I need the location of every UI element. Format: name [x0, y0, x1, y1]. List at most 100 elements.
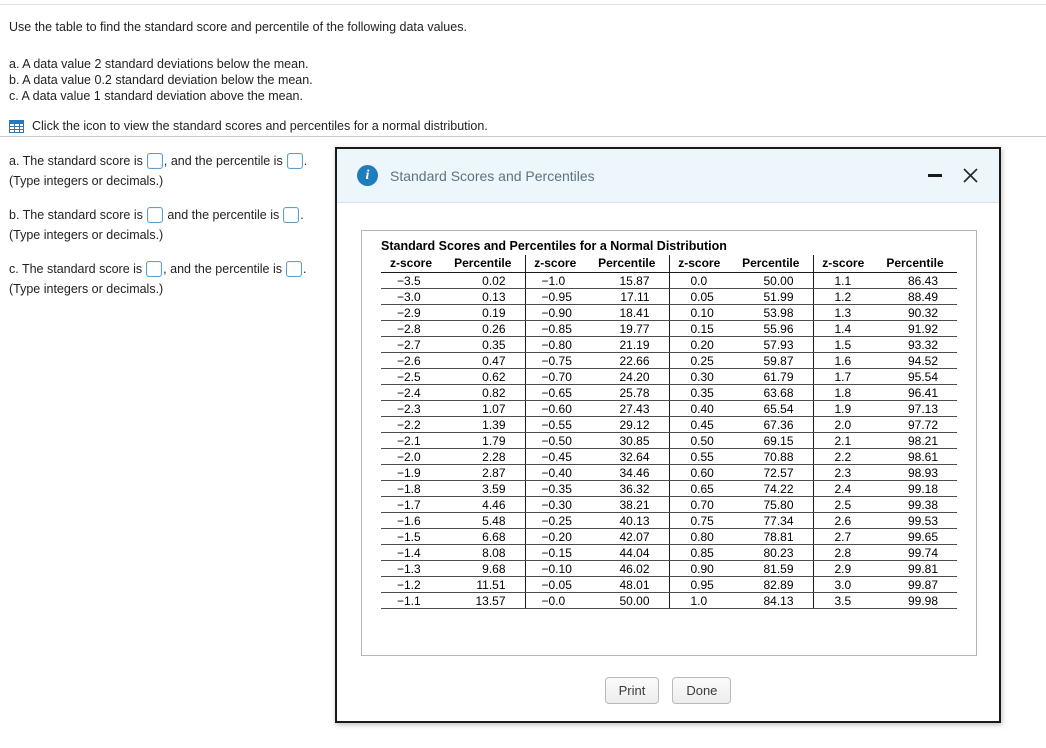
percentile-cell: 94.52 — [873, 352, 957, 369]
percentile-cell: 97.72 — [873, 416, 957, 433]
table-row: −1.5 6.68 −0.20 42.07 0.80 78.81 2.7 99.65 — [381, 528, 957, 545]
standard-score-input-b[interactable] — [146, 207, 163, 223]
percentile-input-b[interactable] — [283, 207, 300, 223]
column-header: z-score — [813, 255, 873, 273]
percentile-cell: 70.88 — [729, 448, 814, 465]
percentile-cell: 51.99 — [729, 288, 814, 305]
percentile-cell: 34.46 — [585, 464, 670, 481]
standard-score-input-c[interactable] — [146, 261, 163, 277]
z-score-cell: 0.45 — [669, 416, 729, 433]
column-header: z-score — [381, 255, 441, 273]
percentile-cell: 0.02 — [441, 272, 526, 289]
section-divider — [0, 136, 1046, 137]
percentile-cell: 5.48 — [441, 512, 526, 529]
question-item-c: c. A data value 1 standard deviation abo… — [9, 89, 303, 103]
percentile-input-a[interactable] — [286, 153, 303, 169]
table-icon[interactable] — [9, 119, 24, 133]
z-score-cell: −2.9 — [381, 304, 441, 321]
z-score-cell: −1.1 — [381, 592, 441, 609]
print-button[interactable]: Print — [604, 677, 660, 704]
z-score-cell: 2.4 — [813, 480, 873, 497]
done-button[interactable]: Done — [672, 677, 732, 704]
percentile-cell: 1.07 — [441, 400, 526, 417]
percentile-cell: 11.51 — [441, 576, 526, 593]
z-score-cell: 0.85 — [669, 544, 729, 561]
percentile-cell: 82.89 — [729, 576, 814, 593]
z-score-cell: 0.95 — [669, 576, 729, 593]
percentile-cell: 13.57 — [441, 592, 526, 609]
z-score-cell: 3.5 — [813, 592, 873, 609]
percentile-cell: 32.64 — [585, 448, 670, 465]
answer-group-a: a. The standard score is , and the percen… — [9, 150, 334, 191]
z-score-cell: 2.2 — [813, 448, 873, 465]
table-row: −1.2 11.51 −0.05 48.01 0.95 82.89 3.0 99.87 — [381, 576, 957, 593]
answer-text: . — [300, 208, 304, 222]
z-score-cell: 0.15 — [669, 320, 729, 337]
z-score-cell: −0.05 — [525, 576, 585, 593]
percentile-cell: 53.98 — [729, 304, 814, 321]
z-score-cell: −0.35 — [525, 480, 585, 497]
percentile-cell: 84.13 — [729, 592, 814, 609]
answer-text: . — [303, 262, 307, 276]
percentile-cell: 91.92 — [873, 320, 957, 337]
z-score-cell: 0.25 — [669, 352, 729, 369]
percentile-cell: 50.00 — [585, 592, 670, 609]
z-score-cell: 0.75 — [669, 512, 729, 529]
answer-text: , and the percentile is — [163, 262, 282, 276]
percentile-cell: 40.13 — [585, 512, 670, 529]
z-score-cell: 2.9 — [813, 560, 873, 577]
z-score-cell: 0.20 — [669, 336, 729, 353]
close-button[interactable] — [962, 167, 979, 184]
percentile-cell: 99.53 — [873, 512, 957, 529]
z-score-cell: −2.6 — [381, 352, 441, 369]
column-header: Percentile — [585, 255, 670, 273]
z-score-cell: −0.60 — [525, 400, 585, 417]
percentile-cell: 77.34 — [729, 512, 814, 529]
answer-group-b: b. The standard score is and the percent… — [9, 204, 334, 245]
z-score-cell: 1.2 — [813, 288, 873, 305]
percentile-cell: 0.82 — [441, 384, 526, 401]
percentile-cell: 98.93 — [873, 464, 957, 481]
z-score-cell: 0.70 — [669, 496, 729, 513]
percentile-input-c[interactable] — [286, 261, 302, 277]
percentile-cell: 86.43 — [873, 272, 957, 289]
z-score-cell: 0.60 — [669, 464, 729, 481]
z-score-cell: −0.85 — [525, 320, 585, 337]
percentile-cell: 9.68 — [441, 560, 526, 577]
z-score-cell: 3.0 — [813, 576, 873, 593]
page-top-rule — [0, 4, 1046, 5]
table-row: −2.9 0.19 −0.90 18.41 0.10 53.98 1.3 90.32 — [381, 304, 957, 321]
percentile-cell: 99.98 — [873, 592, 957, 609]
z-score-cell: −0.55 — [525, 416, 585, 433]
z-score-cell: −0.90 — [525, 304, 585, 321]
z-score-cell: −1.4 — [381, 544, 441, 561]
percentile-cell: 22.66 — [585, 352, 670, 369]
z-score-cell: −0.95 — [525, 288, 585, 305]
z-score-cell: −1.9 — [381, 464, 441, 481]
dialog-footer: Print Done — [337, 677, 999, 704]
percentile-cell: 98.21 — [873, 432, 957, 449]
percentile-cell: 15.87 — [585, 272, 670, 289]
percentile-cell: 27.43 — [585, 400, 670, 417]
table-row: −2.6 0.47 −0.75 22.66 0.25 59.87 1.6 94.52 — [381, 352, 957, 369]
table-row: −2.7 0.35 −0.80 21.19 0.20 57.93 1.5 93.32 — [381, 336, 957, 353]
percentile-cell: 2.87 — [441, 464, 526, 481]
standard-score-input-a[interactable] — [146, 153, 163, 169]
percentile-cell: 99.87 — [873, 576, 957, 593]
z-score-cell: 1.8 — [813, 384, 873, 401]
z-score-cell: −1.7 — [381, 496, 441, 513]
minimize-button[interactable] — [928, 174, 942, 177]
table-row: −3.5 0.02 −1.0 15.87 0.0 50.00 1.1 86.43 — [381, 272, 957, 289]
percentile-cell: 0.26 — [441, 320, 526, 337]
percentile-cell: 72.57 — [729, 464, 814, 481]
percentile-cell: 21.19 — [585, 336, 670, 353]
table-row: −2.4 0.82 −0.65 25.78 0.35 63.68 1.8 96.41 — [381, 384, 957, 401]
column-header: Percentile — [729, 255, 814, 273]
percentile-cell: 17.11 — [585, 288, 670, 305]
answer-note: (Type integers or decimals.) — [9, 282, 164, 296]
answer-group-c: c. The standard score is , and the percen… — [9, 258, 334, 299]
answer-text: c. The standard score is — [9, 262, 143, 276]
percentile-cell: 61.79 — [729, 368, 814, 385]
z-score-cell: 1.7 — [813, 368, 873, 385]
ztable-header-row: z-score Percentile z-score Percentile z-scor… — [381, 255, 957, 273]
